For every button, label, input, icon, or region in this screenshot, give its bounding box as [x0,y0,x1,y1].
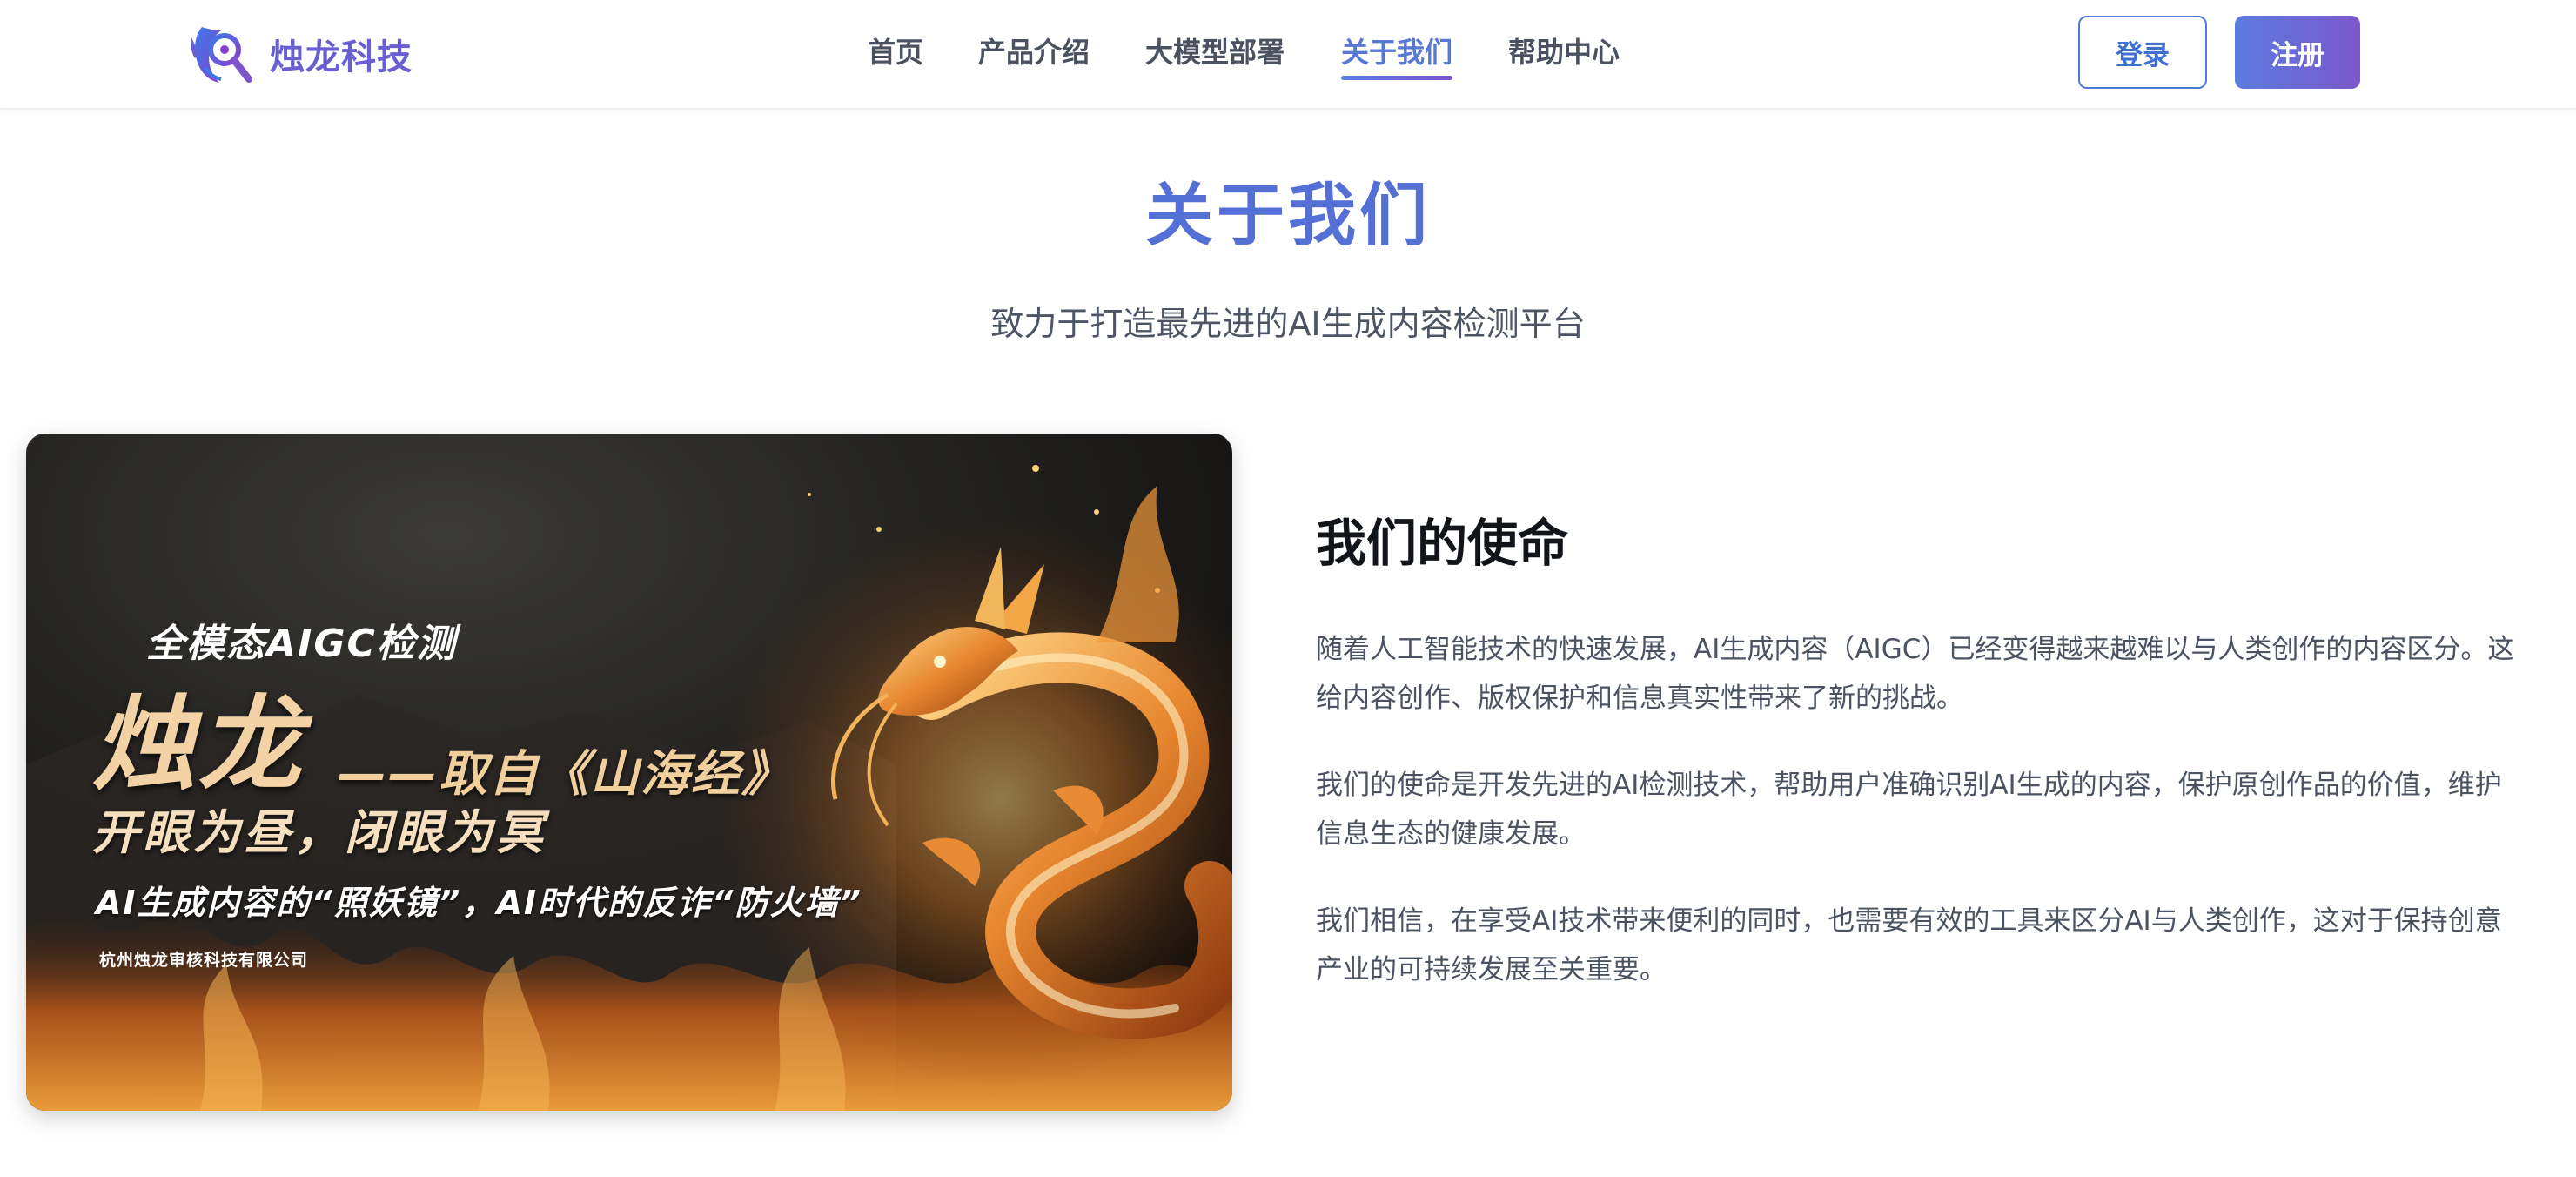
nav-item-home[interactable]: 首页 [868,31,923,77]
brand-name: 烛龙科技 [270,37,413,77]
nav-item-about-us[interactable]: 关于我们 [1341,31,1453,80]
top-navbar: 烛龙科技 首页 产品介绍 大模型部署 关于我们 帮助中心 登录 注册 [0,0,2576,110]
brand-logo[interactable]: 烛龙科技 [186,17,413,91]
dragon-eye-logo-icon [191,27,252,83]
banner-company-name: 杭州烛龙审核科技有限公司 [99,951,309,970]
login-button[interactable]: 登录 [2078,16,2207,89]
banner-title: 烛龙 [92,684,305,804]
mission-title: 我们的使命 [1316,514,1569,573]
page-subtitle: 致力于打造最先进的AI生成内容检测平台 [990,305,1586,343]
banner-slogan: 开眼为昼，闭眼为冥 [92,805,547,860]
company-banner-image: 全模态AIGC检测 烛龙 ——取自《山海经》 开眼为昼，闭眼为冥 AI生成内容的… [26,434,1232,1111]
mission-paragraph-1: 随着人工智能技术的快速发展，AI生成内容（AIGC）已经变得越来越难以与人类创作… [1316,634,2515,714]
aigc-tag-badge: 全模态AIGC检测 [92,613,473,667]
mission-paragraph-3: 我们相信，在享受AI技术带来便利的同时，也需要有效的工具来区分AI与人类创作，这… [1316,905,2502,985]
banner-tagline: AI生成内容的“照妖镜”，AI时代的反诈“防火墙” [96,884,862,922]
nav-item-help-center[interactable]: 帮助中心 [1508,31,1620,77]
nav-item-model-deployment[interactable]: 大模型部署 [1145,31,1285,77]
register-button[interactable]: 注册 [2235,16,2360,89]
nav-item-products[interactable]: 产品介绍 [978,31,1090,77]
mission-paragraph-2: 我们的使命是开发先进的AI检测技术，帮助用户准确识别AI生成的内容，保护原创作品… [1316,770,2502,850]
page-title: 关于我们 [1144,177,1431,255]
